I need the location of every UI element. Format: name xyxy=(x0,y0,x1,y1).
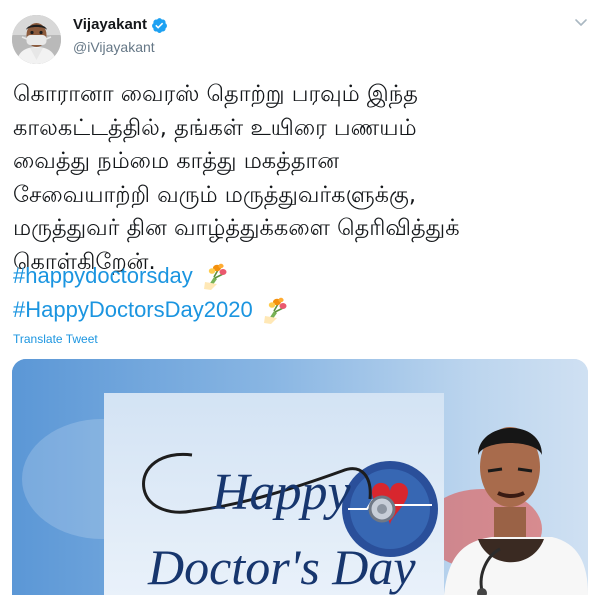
author-name-row[interactable]: Vijayakant xyxy=(73,15,168,35)
tweet-text-line: வைத்து நம்மை காத்து மகத்தான xyxy=(13,148,340,174)
avatar[interactable] xyxy=(12,15,61,64)
author-handle[interactable]: @iVijayakant xyxy=(73,38,155,56)
tweet-text-line: கொரானா வைரஸ் தொற்று பரவும் இந்த xyxy=(13,81,418,107)
tweet-text-line: மருத்துவர் தின வாழ்த்துக்களை தெரிவித்துக… xyxy=(13,215,460,241)
hashtag-link[interactable]: #happydoctorsday xyxy=(13,263,193,289)
verified-badge-icon xyxy=(152,17,167,33)
media-title-happy: Happy xyxy=(211,464,352,521)
tweet-text-line: காலகட்டத்தில், தங்கள் உயிரை பணயம் xyxy=(13,114,417,141)
author-name[interactable]: Vijayakant xyxy=(73,15,147,35)
tweet-text-line: சேவையாற்றி வரும் மருத்துவர்களுக்கு, xyxy=(13,181,417,208)
media-title-doctors-day: Doctor's Day xyxy=(147,539,416,595)
hashtag-row: #happydoctorsday xyxy=(13,262,229,290)
tweet-media-image[interactable]: Happy Doctor's Day xyxy=(12,359,588,595)
tweet-text: கொரானா வைரஸ் தொற்று பரவும் இந்த காலகட்டத… xyxy=(13,78,597,279)
hashtag-link[interactable]: #HappyDoctorsDay2020 xyxy=(13,297,253,323)
bouquet-icon xyxy=(263,297,287,324)
hashtag-row: #HappyDoctorsDay2020 xyxy=(13,296,289,324)
more-chevron-icon[interactable] xyxy=(572,16,590,30)
translate-tweet-link[interactable]: Translate Tweet xyxy=(13,332,98,346)
bouquet-icon xyxy=(203,263,227,290)
